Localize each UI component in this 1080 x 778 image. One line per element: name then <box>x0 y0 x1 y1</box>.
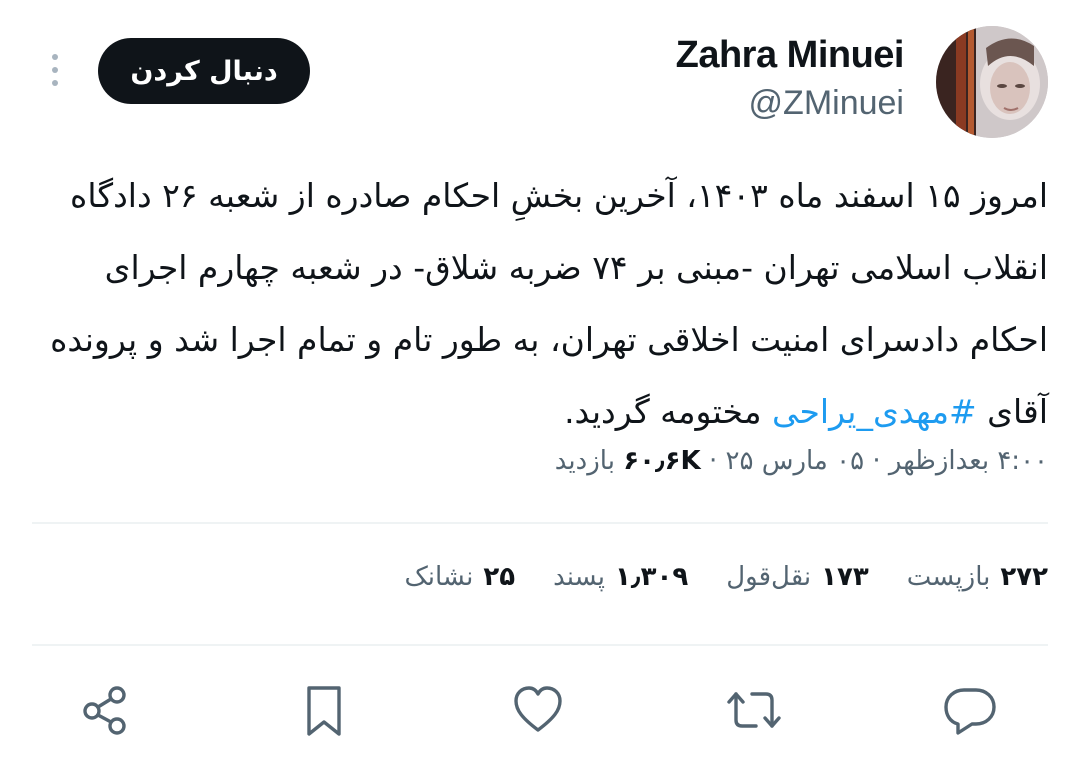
likes-label: پسند <box>553 562 606 592</box>
more-vertical-icon-dot <box>52 54 58 60</box>
reposts-stat[interactable]: ۲۷۲ بازپست <box>907 562 1048 592</box>
bookmark-icon[interactable] <box>294 680 354 740</box>
views-count: ۶۰٫۶K <box>623 446 701 476</box>
tweet-stats: ۲۷۲ بازپست ۱۷۳ نقل‌قول ۱٫۳۰۹ پسند ۲۵ نشا… <box>367 562 1049 592</box>
tweet-text: امروز ۱۵ اسفند ماه ۱۴۰۳، آخرین بخشِ احکا… <box>28 160 1048 448</box>
share-icon[interactable] <box>76 680 136 740</box>
more-vertical-icon-dot <box>52 80 58 86</box>
bookmarks-label: نشانک <box>404 562 474 592</box>
quotes-stat[interactable]: ۱۷۳ نقل‌قول <box>726 562 868 592</box>
tweet-text-after: مختومه گردید. <box>564 392 773 431</box>
tweet-meta: ۴:۰۰ بعدازظهر · ۰۵ مارس ۲۵ · ۶۰٫۶K بازدی… <box>555 446 1048 476</box>
tweet-date[interactable]: ۰۵ مارس ۲۵ <box>726 446 865 476</box>
reposts-label: بازپست <box>906 562 991 592</box>
tweet-header: دنبال کردن Zahra Minuei @ZMinuei <box>0 0 1080 150</box>
avatar-image <box>936 26 1048 138</box>
tweet-time[interactable]: ۴:۰۰ بعدازظهر <box>889 446 1048 476</box>
meta-separator: · <box>708 446 718 476</box>
repost-icon[interactable] <box>724 680 784 740</box>
reply-icon[interactable] <box>940 680 1000 740</box>
hashtag-link[interactable]: #مهدی_یراحی <box>772 392 977 431</box>
reposts-count: ۲۷۲ <box>1000 562 1048 592</box>
bookmarks-count: ۲۵ <box>483 562 516 592</box>
more-vertical-icon-dot <box>52 67 58 73</box>
follow-button[interactable]: دنبال کردن <box>98 38 310 104</box>
quotes-count: ۱۷۳ <box>821 562 869 592</box>
author-name[interactable]: Zahra Minuei <box>676 34 905 77</box>
author-handle[interactable]: @ZMinuei <box>749 84 904 123</box>
divider <box>32 522 1048 524</box>
likes-count: ۱٫۳۰۹ <box>615 562 689 592</box>
views-label: بازدید <box>554 446 615 476</box>
more-options-button[interactable] <box>40 50 70 90</box>
bookmarks-stat[interactable]: ۲۵ نشانک <box>405 562 516 592</box>
tweet-actions <box>0 680 1080 744</box>
likes-stat[interactable]: ۱٫۳۰۹ پسند <box>553 562 688 592</box>
avatar[interactable] <box>936 26 1048 138</box>
heart-icon[interactable] <box>508 680 568 740</box>
quotes-label: نقل‌قول <box>726 562 812 592</box>
meta-separator: · <box>872 446 881 476</box>
divider <box>32 644 1048 646</box>
